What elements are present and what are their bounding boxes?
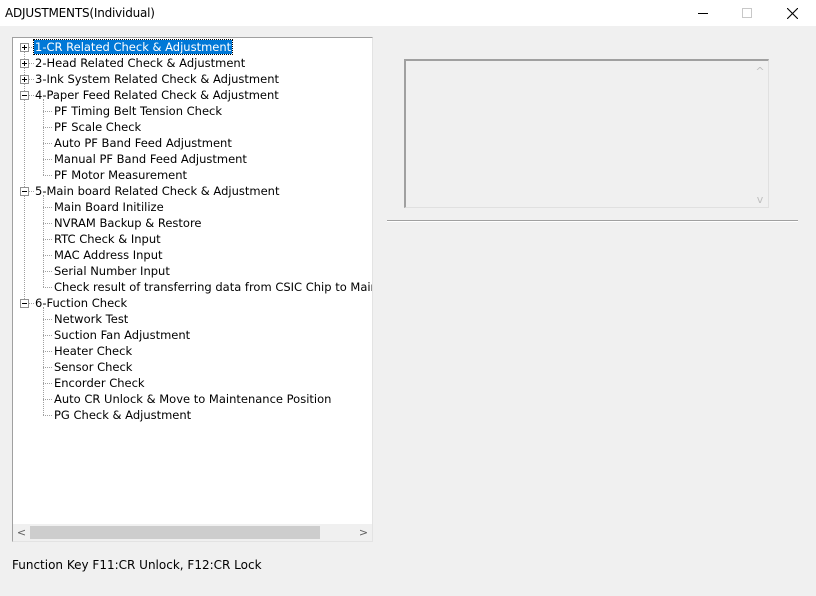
tree-connector — [43, 175, 52, 176]
window-title: ADJUSTMENTS(Individual) — [5, 6, 155, 20]
tree-group-5[interactable]: 5-Main board Related Check & Adjustment — [34, 183, 280, 199]
tree-group-label: 2-Head Related Check & Adjustment — [35, 56, 246, 70]
expand-icon[interactable] — [20, 43, 29, 52]
tree-item[interactable]: NVRAM Backup & Restore — [53, 215, 203, 231]
tree-item-label: Auto CR Unlock & Move to Maintenance Pos… — [54, 392, 332, 406]
expand-icon[interactable] — [20, 75, 29, 84]
tree-connector — [43, 127, 52, 128]
maximize-button[interactable] — [724, 0, 770, 26]
tree-group-1[interactable]: 1-CR Related Check & Adjustment — [32, 39, 234, 55]
tree-item[interactable]: RTC Check & Input — [53, 231, 162, 247]
tree-item-label: PF Timing Belt Tension Check — [54, 104, 223, 118]
tree-item-label: PF Motor Measurement — [54, 168, 188, 182]
scroll-thumb[interactable] — [30, 526, 320, 539]
tree-item[interactable]: Network Test — [53, 311, 129, 327]
tree-item-label: MAC Address Input — [54, 248, 163, 262]
scroll-down-arrow[interactable]: v — [752, 191, 768, 208]
tree-group-label: 4-Paper Feed Related Check & Adjustment — [35, 88, 279, 102]
separator-line — [387, 220, 798, 222]
tree-group-label: 3-Ink System Related Check & Adjustment — [35, 72, 280, 86]
tree-item-label: Check result of transferring data from C… — [54, 280, 373, 294]
close-icon — [786, 7, 798, 19]
tree-item[interactable]: Encorder Check — [53, 375, 146, 391]
tree-connector — [43, 195, 44, 287]
tree-item-label: RTC Check & Input — [54, 232, 161, 246]
tree-group-label: 6-Fuction Check — [35, 296, 128, 310]
collapse-icon[interactable] — [20, 91, 29, 100]
tree-item[interactable]: PG Check & Adjustment — [53, 407, 192, 423]
tree-item[interactable]: PF Motor Measurement — [53, 167, 188, 183]
tree-item[interactable]: Heater Check — [53, 343, 133, 359]
tree-connector — [43, 351, 52, 352]
tree-connector — [43, 383, 52, 384]
tree-item[interactable]: PF Scale Check — [53, 119, 142, 135]
tree-connector — [43, 319, 52, 320]
close-button[interactable] — [769, 0, 815, 26]
tree-item-label: Manual PF Band Feed Adjustment — [54, 152, 247, 166]
tree-group-label: 5-Main board Related Check & Adjustment — [35, 184, 280, 198]
tree-connector — [43, 367, 52, 368]
scroll-up-arrow[interactable]: ^ — [752, 63, 768, 80]
tree-group-2[interactable]: 2-Head Related Check & Adjustment — [34, 55, 246, 71]
tree-connector — [43, 415, 52, 416]
tree-item-label: Heater Check — [54, 344, 133, 358]
tree-item[interactable]: Check result of transferring data from C… — [53, 279, 373, 295]
tree-connector — [43, 287, 52, 288]
horizontal-scrollbar[interactable]: < > — [13, 524, 372, 541]
tree-connector — [43, 159, 52, 160]
tree-item-label: Network Test — [54, 312, 129, 326]
tree-item-label: Suction Fan Adjustment — [54, 328, 191, 342]
tree-connector — [43, 143, 52, 144]
tree-connector — [43, 335, 52, 336]
tree-item[interactable]: MAC Address Input — [53, 247, 164, 263]
tree-item-label: Auto PF Band Feed Adjustment — [54, 136, 232, 150]
function-key-hint: Function Key F11:CR Unlock, F12:CR Lock — [12, 558, 262, 572]
tree-item[interactable]: PF Timing Belt Tension Check — [53, 103, 223, 119]
adjustment-tree[interactable]: 1-CR Related Check & Adjustment 2-Head Re… — [12, 37, 373, 542]
tree-group-label: 1-CR Related Check & Adjustment — [32, 39, 234, 55]
tree-connector — [43, 239, 52, 240]
info-text-box[interactable]: ^ v — [404, 59, 769, 208]
tree-connector — [43, 111, 52, 112]
tree-item[interactable]: Serial Number Input — [53, 263, 171, 279]
tree-connector — [43, 255, 52, 256]
tree-item-label: NVRAM Backup & Restore — [54, 216, 202, 230]
tree-connector — [43, 207, 52, 208]
tree-content: 1-CR Related Check & Adjustment 2-Head Re… — [13, 38, 373, 524]
tree-group-6[interactable]: 6-Fuction Check — [34, 295, 128, 311]
tree-connector — [43, 307, 44, 415]
tree-item[interactable]: Auto CR Unlock & Move to Maintenance Pos… — [53, 391, 332, 407]
tree-item-label: PF Scale Check — [54, 120, 142, 134]
expand-icon[interactable] — [20, 59, 29, 68]
collapse-icon[interactable] — [20, 299, 29, 308]
tree-item-label: Sensor Check — [54, 360, 133, 374]
tree-connector — [43, 271, 52, 272]
tree-connector — [24, 51, 25, 299]
tree-group-4[interactable]: 4-Paper Feed Related Check & Adjustment — [34, 87, 280, 103]
minimize-icon — [698, 13, 708, 14]
tree-connector — [43, 99, 44, 175]
tree-item-label: PG Check & Adjustment — [54, 408, 192, 422]
tree-item-label: Encorder Check — [54, 376, 145, 390]
vertical-scrollbar[interactable]: ^ v — [752, 61, 768, 207]
maximize-icon — [742, 8, 752, 18]
tree-item-label: Serial Number Input — [54, 264, 170, 278]
scroll-left-arrow[interactable]: < — [13, 524, 30, 541]
tree-item[interactable]: Manual PF Band Feed Adjustment — [53, 151, 248, 167]
tree-item[interactable]: Auto PF Band Feed Adjustment — [53, 135, 233, 151]
tree-connector — [43, 223, 52, 224]
tree-item[interactable]: Sensor Check — [53, 359, 133, 375]
tree-item-label: Main Board Initilize — [54, 200, 164, 214]
tree-item[interactable]: Suction Fan Adjustment — [53, 327, 191, 343]
title-bar: ADJUSTMENTS(Individual) — [0, 0, 816, 26]
tree-item[interactable]: Main Board Initilize — [53, 199, 165, 215]
tree-group-3[interactable]: 3-Ink System Related Check & Adjustment — [34, 71, 280, 87]
tree-connector — [43, 399, 52, 400]
collapse-icon[interactable] — [20, 187, 29, 196]
minimize-button[interactable] — [680, 0, 726, 26]
scroll-right-arrow[interactable]: > — [355, 524, 372, 541]
